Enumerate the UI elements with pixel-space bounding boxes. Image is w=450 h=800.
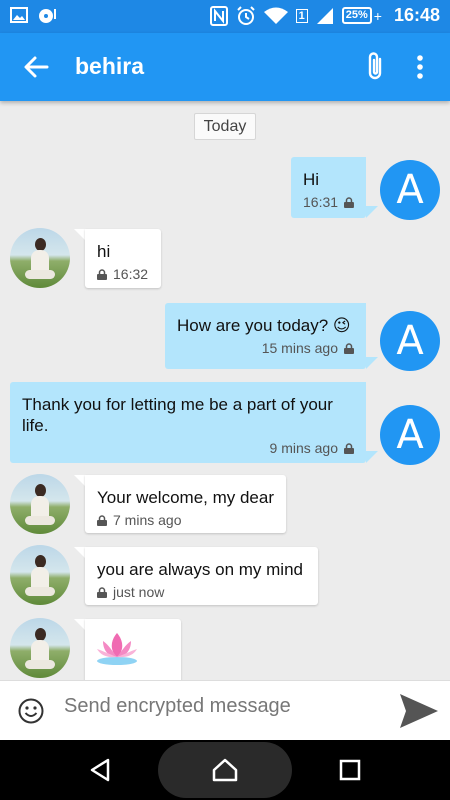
message-text: Hi bbox=[303, 170, 320, 189]
lock-icon bbox=[97, 514, 107, 526]
message-text: hi bbox=[97, 242, 111, 261]
message-input[interactable]: Send encrypted message bbox=[64, 695, 291, 718]
message-time: 9 mins ago bbox=[269, 440, 338, 456]
lock-icon bbox=[344, 196, 354, 208]
message-text: Your welcome, my dear bbox=[97, 488, 275, 507]
message-time: 16:31 bbox=[303, 194, 339, 210]
app-bar: behira bbox=[0, 33, 450, 101]
send-icon[interactable] bbox=[398, 692, 440, 730]
nfc-icon bbox=[209, 5, 228, 26]
emoji-icon[interactable] bbox=[18, 698, 44, 724]
compose-bar: Send encrypted message bbox=[0, 680, 450, 740]
bubble-tail bbox=[366, 357, 378, 369]
avatar[interactable]: A bbox=[380, 405, 440, 465]
charging-plus-icon: + bbox=[373, 7, 382, 24]
status-time: 16:48 bbox=[393, 5, 440, 25]
lock-icon bbox=[97, 586, 107, 598]
wifi-icon bbox=[263, 7, 288, 24]
message-time: 15 mins ago bbox=[261, 340, 338, 356]
home-nav-icon[interactable] bbox=[212, 758, 238, 782]
chat-thread[interactable]: Today Hi 16:31 A hi 16:32 How are you to… bbox=[0, 101, 450, 680]
battery-indicator: 25% + bbox=[341, 7, 382, 24]
paperclip-icon[interactable] bbox=[362, 51, 388, 83]
avatar[interactable]: A bbox=[380, 311, 440, 371]
more-vert-icon[interactable] bbox=[408, 53, 432, 81]
contact-avatar[interactable] bbox=[10, 228, 70, 288]
outgoing-message[interactable]: Thank you for letting me be a part of yo… bbox=[10, 382, 366, 463]
date-divider: Today bbox=[194, 113, 256, 140]
message-text: you are always on my mind bbox=[97, 560, 303, 579]
back-arrow-icon[interactable] bbox=[22, 53, 50, 81]
lock-icon bbox=[344, 442, 354, 454]
lotus-sticker-icon bbox=[97, 633, 137, 665]
message-time: 16:32 bbox=[113, 266, 149, 282]
lock-icon bbox=[344, 342, 354, 354]
battery-percent: 25% bbox=[341, 7, 372, 24]
contact-avatar[interactable] bbox=[10, 618, 70, 678]
system-nav-bar bbox=[0, 740, 450, 800]
media-notification-icon bbox=[39, 9, 56, 23]
avatar[interactable]: A bbox=[380, 160, 440, 220]
incoming-message[interactable]: you are always on my mind just now bbox=[85, 547, 318, 605]
outgoing-message[interactable]: Hi 16:31 bbox=[291, 157, 366, 218]
incoming-message[interactable]: Your welcome, my dear 7 mins ago bbox=[85, 475, 286, 533]
bubble-tail bbox=[366, 206, 378, 218]
contact-avatar[interactable] bbox=[10, 474, 70, 534]
message-time: 7 mins ago bbox=[113, 512, 182, 528]
alarm-icon bbox=[236, 5, 255, 25]
incoming-message[interactable]: hi 16:32 bbox=[85, 229, 161, 288]
recents-nav-icon[interactable] bbox=[339, 759, 361, 781]
incoming-sticker-message[interactable] bbox=[85, 619, 181, 680]
message-text: How are you today? 😉 bbox=[177, 316, 351, 335]
back-nav-icon[interactable] bbox=[89, 758, 111, 782]
lock-icon bbox=[97, 268, 107, 280]
contact-avatar[interactable] bbox=[10, 545, 70, 605]
outgoing-message[interactable]: How are you today? 😉 15 mins ago bbox=[165, 303, 366, 369]
message-time: just now bbox=[113, 584, 165, 600]
bubble-tail bbox=[366, 451, 378, 463]
conversation-title[interactable]: behira bbox=[75, 53, 144, 80]
sim-slot-badge: 1 bbox=[295, 8, 308, 23]
cell-signal-icon bbox=[316, 7, 333, 24]
message-text: Thank you for letting me be a part of yo… bbox=[22, 395, 333, 435]
status-bar: 1 25% + 16:48 bbox=[0, 0, 450, 33]
gallery-notification-icon bbox=[10, 7, 28, 23]
